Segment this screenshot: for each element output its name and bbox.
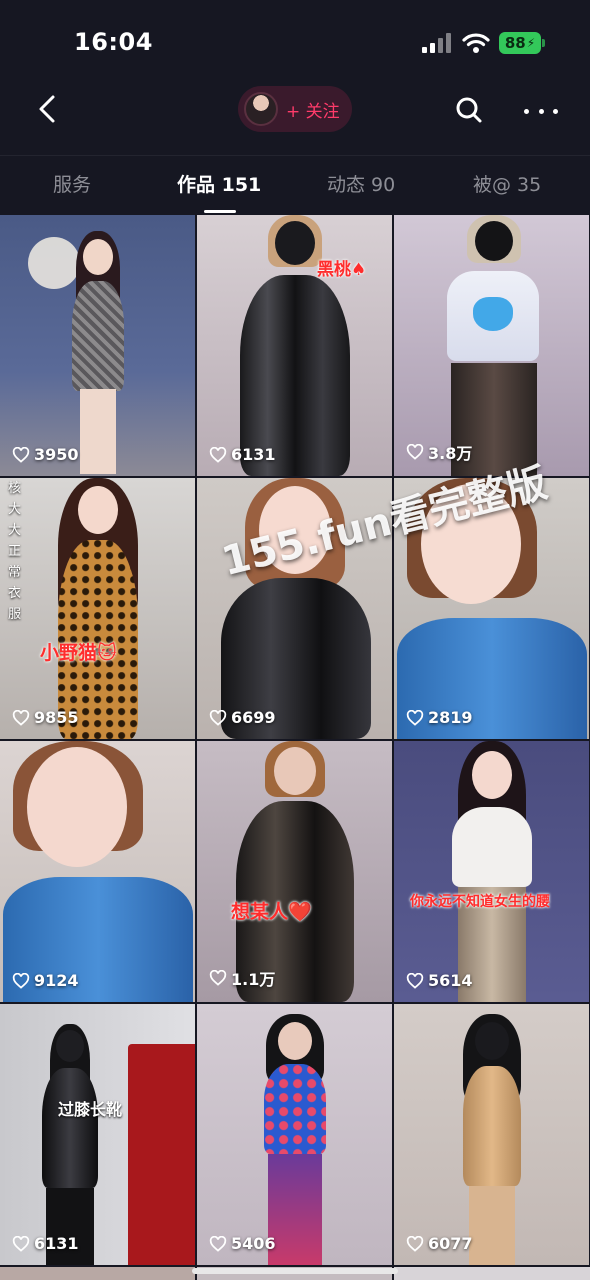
like-count: 6131 bbox=[12, 1234, 79, 1253]
heart-icon bbox=[209, 446, 227, 463]
back-arrow-icon[interactable] bbox=[32, 92, 66, 126]
nav-bar: + 关注 bbox=[0, 80, 590, 154]
video-thumbnail[interactable]: 3.8万 bbox=[394, 215, 589, 476]
video-thumbnail[interactable]: 5406 bbox=[197, 1004, 392, 1265]
follow-label: + 关注 bbox=[286, 101, 340, 122]
heart-icon bbox=[406, 972, 424, 989]
video-thumbnail[interactable]: 过膝长靴 6131 bbox=[0, 1004, 195, 1265]
status-time: 16:04 bbox=[74, 28, 153, 56]
tab-mentions[interactable]: 被@ 35 bbox=[473, 170, 541, 197]
tab-works[interactable]: 作品 151 bbox=[177, 170, 261, 197]
video-caption: 黑桃♠ bbox=[317, 260, 367, 280]
heart-icon bbox=[406, 444, 424, 460]
heart-icon bbox=[12, 709, 30, 726]
avatar bbox=[244, 92, 278, 126]
like-count: 2819 bbox=[406, 708, 473, 727]
profile-tabs: 服务 作品 151 动态 90 被@ 35 bbox=[0, 155, 590, 215]
heart-icon bbox=[12, 972, 30, 989]
video-thumbnail[interactable]: 核大大正常衣服 小野猫🐱 9855 bbox=[0, 478, 195, 739]
video-thumbnail[interactable]: 你永远不知道女生的腰 5614 bbox=[394, 741, 589, 1002]
like-count: 6131 bbox=[209, 445, 276, 464]
like-count: 3.8万 bbox=[406, 440, 472, 464]
like-count: 9124 bbox=[12, 971, 79, 990]
heart-icon bbox=[406, 1235, 424, 1252]
heart-icon bbox=[209, 970, 227, 986]
more-options-icon[interactable] bbox=[524, 106, 558, 116]
battery-level: 88 bbox=[504, 34, 526, 52]
status-bar: 16:04 88 ⚡ bbox=[0, 0, 590, 80]
next-row-thumbnail[interactable] bbox=[0, 1267, 195, 1280]
heart-icon bbox=[209, 709, 227, 726]
like-count: 6077 bbox=[406, 1234, 473, 1253]
video-grid: 3950 黑桃♠ 6131 3.8万 核大大正常衣服 小野猫🐱 9855 669… bbox=[0, 215, 590, 1280]
search-icon[interactable] bbox=[455, 96, 483, 124]
cellular-signal-icon bbox=[422, 33, 452, 53]
video-caption: 小野猫🐱 bbox=[40, 642, 117, 664]
like-count: 3950 bbox=[12, 445, 79, 464]
video-caption: 过膝长靴 bbox=[58, 1100, 123, 1119]
video-thumbnail[interactable]: 黑桃♠ 6131 bbox=[197, 215, 392, 476]
tab-active-indicator bbox=[204, 210, 236, 213]
like-count: 1.1万 bbox=[209, 966, 275, 990]
heart-icon bbox=[209, 1235, 227, 1252]
like-count: 5614 bbox=[406, 971, 473, 990]
video-thumbnail[interactable]: 想某人❤️ 1.1万 bbox=[197, 741, 392, 1002]
like-count: 9855 bbox=[12, 708, 79, 727]
next-row-thumbnail[interactable] bbox=[394, 1267, 590, 1280]
video-thumbnail[interactable]: 9124 bbox=[0, 741, 195, 1002]
video-thumbnail[interactable]: 6077 bbox=[394, 1004, 589, 1265]
tab-services[interactable]: 服务 bbox=[53, 170, 91, 197]
heart-icon bbox=[406, 709, 424, 726]
heart-icon bbox=[12, 1235, 30, 1252]
wifi-icon bbox=[462, 33, 490, 53]
video-thumbnail[interactable]: 3950 bbox=[0, 215, 195, 476]
like-count: 5406 bbox=[209, 1234, 276, 1253]
battery-tip bbox=[542, 39, 545, 47]
follow-button[interactable]: + 关注 bbox=[238, 86, 352, 132]
home-indicator[interactable] bbox=[192, 1268, 398, 1274]
video-caption: 你永远不知道女生的腰 bbox=[410, 894, 550, 910]
video-caption: 想某人❤️ bbox=[231, 901, 312, 923]
battery-indicator: 88 ⚡ bbox=[499, 32, 541, 54]
heart-icon bbox=[12, 446, 30, 463]
tab-activity[interactable]: 动态 90 bbox=[327, 170, 395, 197]
side-caption: 核大大正常衣服 bbox=[8, 481, 22, 622]
like-count: 6699 bbox=[209, 708, 276, 727]
